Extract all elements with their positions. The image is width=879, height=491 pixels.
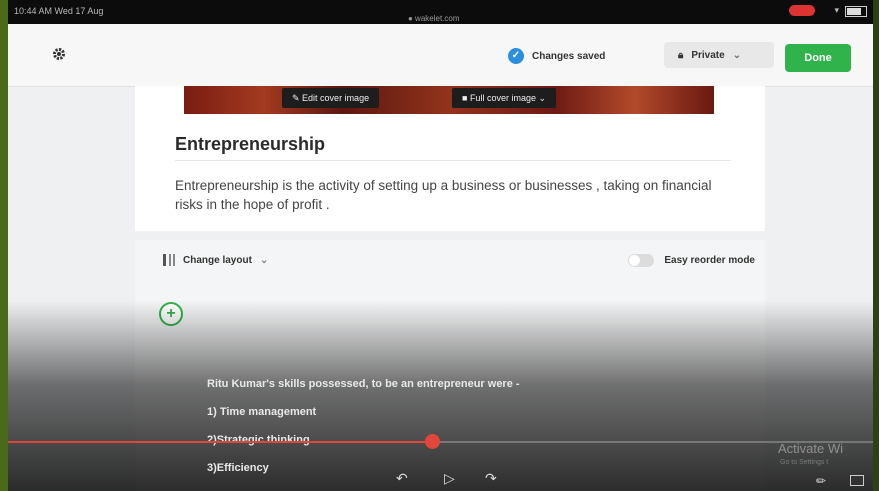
save-status: ✓ Changes saved bbox=[508, 48, 605, 64]
screen-icon[interactable] bbox=[850, 475, 864, 486]
chevron-down-icon: ⌄ bbox=[535, 93, 547, 103]
privacy-label: Private bbox=[691, 49, 725, 61]
frame-border-left bbox=[0, 0, 8, 491]
privacy-dropdown[interactable]: 🔒︎ Private ⌄ bbox=[664, 42, 774, 68]
rewind-icon[interactable]: ↶ bbox=[396, 470, 408, 487]
full-cover-dropdown[interactable]: ■ Full cover image ⌄ bbox=[452, 88, 557, 108]
status-url: ● wakelet.com bbox=[408, 14, 460, 23]
chevron-down-icon: ⌄ bbox=[732, 49, 742, 61]
cover-image: ✎ Edit cover image ■ Full cover image ⌄ bbox=[184, 86, 714, 114]
editor-toolbar: ✓ Changes saved 🔒︎ Private ⌄ Done bbox=[8, 24, 873, 87]
change-layout-button[interactable]: Change layout ⌄ bbox=[163, 254, 268, 266]
play-icon[interactable]: ▷ bbox=[444, 470, 455, 487]
video-scrubber-progress bbox=[8, 441, 432, 443]
gear-icon[interactable] bbox=[52, 47, 66, 61]
forward-icon[interactable]: ↷ bbox=[485, 470, 497, 487]
activate-watermark-sub: Go to Settings t bbox=[780, 459, 829, 466]
video-shade bbox=[8, 300, 873, 491]
post-line: 3)Efficiency bbox=[207, 462, 269, 474]
reorder-label: Easy reorder mode bbox=[664, 255, 755, 266]
full-cover-label: Full cover image bbox=[469, 93, 536, 103]
activate-watermark: Activate Wi bbox=[778, 441, 844, 456]
easy-reorder-toggle[interactable] bbox=[628, 254, 655, 267]
layout-icon bbox=[163, 254, 175, 266]
tablet-screen: 10:44 AM Wed 17 Aug ● wakelet.com ▾ ✓ Ch… bbox=[8, 0, 873, 491]
reorder-toggle-row: Easy reorder mode bbox=[628, 254, 755, 267]
recording-indicator bbox=[789, 5, 815, 16]
collection-header-card: ✎ Edit cover image ■ Full cover image ⌄ … bbox=[135, 86, 765, 231]
video-scrubber-handle[interactable] bbox=[424, 434, 440, 449]
status-bar: 10:44 AM Wed 17 Aug ● wakelet.com ▾ bbox=[8, 0, 873, 24]
square-icon: ■ bbox=[462, 93, 470, 103]
pencil-icon[interactable]: ✏︎ bbox=[816, 474, 826, 488]
post-line: 1) Time management bbox=[207, 406, 317, 418]
battery-icon bbox=[845, 6, 867, 17]
edit-cover-label: Edit cover image bbox=[302, 93, 370, 103]
collection-description[interactable]: Entrepreneurship is the activity of sett… bbox=[175, 176, 735, 214]
chevron-down-icon: ⌄ bbox=[259, 254, 269, 266]
title-divider bbox=[175, 160, 731, 161]
done-button[interactable]: Done bbox=[785, 44, 851, 72]
lock-icon: 🔒︎ bbox=[678, 49, 684, 61]
frame-border-right bbox=[873, 0, 879, 491]
save-status-label: Changes saved bbox=[532, 50, 606, 62]
post-line: 2)Strategic thinking bbox=[207, 434, 310, 446]
status-time: 10:44 AM Wed 17 Aug bbox=[14, 6, 104, 16]
wifi-icon: ▾ bbox=[834, 5, 839, 15]
pencil-icon: ✎ bbox=[292, 93, 303, 103]
check-icon: ✓ bbox=[508, 48, 524, 64]
collection-title[interactable]: Entrepreneurship bbox=[175, 134, 325, 155]
edit-cover-button[interactable]: ✎ Edit cover image bbox=[282, 88, 380, 108]
video-frame: 10:44 AM Wed 17 Aug ● wakelet.com ▾ ✓ Ch… bbox=[0, 0, 879, 491]
change-layout-label: Change layout bbox=[183, 254, 252, 266]
post-line: Ritu Kumar's skills possessed, to be an … bbox=[207, 378, 520, 390]
